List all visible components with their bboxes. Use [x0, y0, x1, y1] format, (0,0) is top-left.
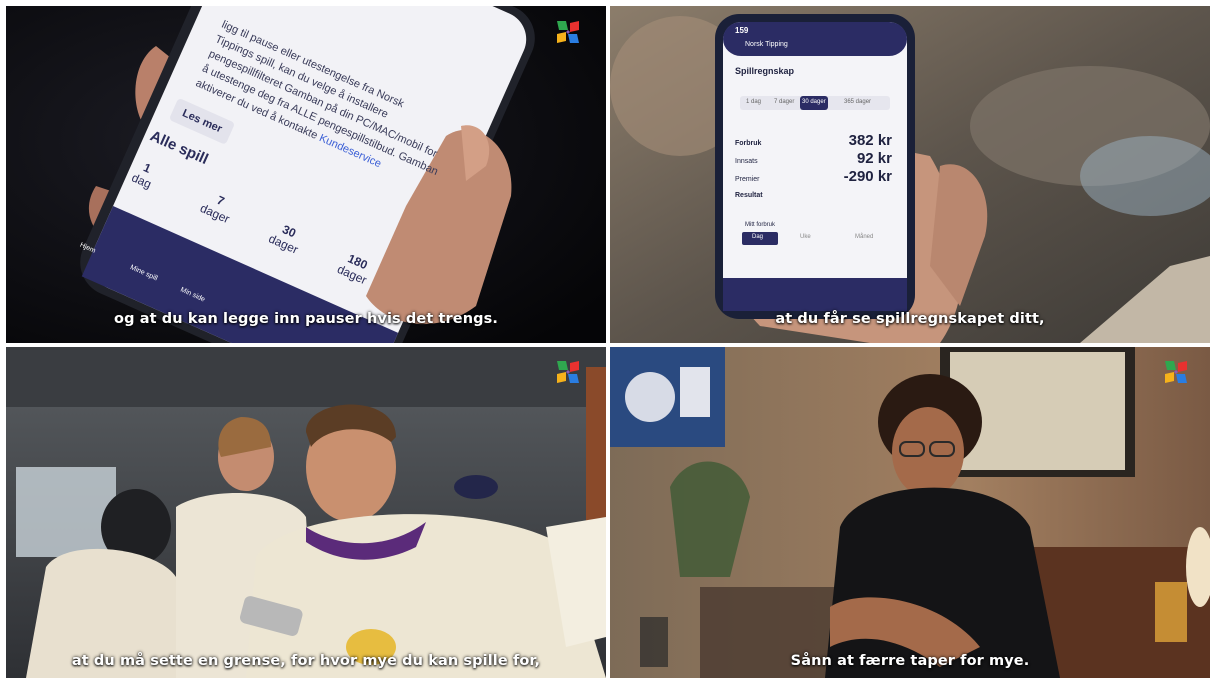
video-frame-game-accounting: 159 Norsk Tipping Spillregnskap 1 dag 7 …: [610, 6, 1210, 343]
accounting-table: Forbruk 382 kr Innsats 92 kr Premier -29…: [735, 132, 900, 212]
row-value: -290 kr: [843, 168, 892, 185]
norsk-tipping-logo: [1165, 361, 1187, 383]
hockey-players-scene: [6, 347, 606, 678]
video-frame-living-room: Sånn at færre taper for mye.: [610, 347, 1210, 678]
limit-tab-week[interactable]: Uke: [800, 234, 811, 240]
row-value: 382 kr: [848, 132, 892, 149]
norsk-tipping-logo: [557, 21, 579, 43]
row-label: Premier: [735, 176, 760, 183]
spending-limit-label: Mitt forbruk: [745, 222, 776, 228]
tab-1-day[interactable]: 1 dag: [746, 99, 761, 105]
tab-365-days[interactable]: 365 dager: [844, 99, 871, 105]
nav-home[interactable]: Hjem: [79, 242, 97, 255]
period-tabs: 1 dag 7 dager 30 dager 365 dager: [742, 99, 892, 109]
tab-30-days[interactable]: 30 dager: [802, 99, 826, 105]
video-frame-hockey-locker-room: at du må sette en grense, for hvor mye d…: [6, 347, 606, 678]
blurred-room-background: [610, 6, 1210, 343]
limit-tab-month[interactable]: Måned: [855, 234, 873, 240]
limit-tab-day[interactable]: Dag: [752, 234, 763, 240]
subtitle: og at du kan legge inn pauser hvis det t…: [114, 311, 498, 327]
subtitle: Sånn at færre taper for mye.: [790, 653, 1030, 669]
tab-7-days[interactable]: 7 dager: [774, 99, 794, 105]
nav-my-page[interactable]: Min side: [179, 286, 206, 303]
row-label: Forbruk: [735, 140, 762, 147]
subtitle: at du må sette en grense, for hvor mye d…: [71, 653, 541, 669]
status-time: 159: [735, 26, 749, 35]
norsk-tipping-logo: [557, 361, 579, 383]
row-value: 92 kr: [856, 150, 892, 167]
accounting-heading: Spillregnskap: [735, 66, 795, 76]
video-frame-pause-settings: ligg til pause eller utestengelse fra No…: [6, 6, 606, 343]
smiling-man-scene: [610, 347, 1210, 678]
row-label: Resultat: [735, 192, 763, 199]
nav-my-games[interactable]: Mine spill: [129, 264, 159, 282]
row-label: Innsats: [735, 158, 758, 165]
app-title: Norsk Tipping: [745, 41, 788, 48]
subtitle: at du får se spillregnskapet ditt,: [775, 311, 1045, 327]
